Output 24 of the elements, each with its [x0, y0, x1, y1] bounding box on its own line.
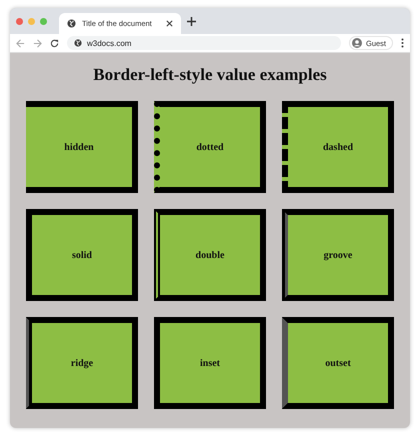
- example-box: dashed: [282, 101, 394, 193]
- example-box: hidden: [26, 101, 138, 193]
- forward-icon[interactable]: [33, 38, 42, 48]
- new-tab-icon[interactable]: [187, 16, 196, 26]
- example-box: inset: [154, 317, 266, 409]
- close-window-button[interactable]: [16, 18, 23, 24]
- address-bar[interactable]: w3docs.com: [67, 36, 341, 50]
- example-box: outset: [282, 317, 394, 409]
- globe-icon: [74, 39, 82, 47]
- maximize-window-button[interactable]: [40, 18, 47, 24]
- person-icon: [352, 38, 362, 48]
- example-box: solid: [26, 209, 138, 301]
- globe-icon: [67, 19, 76, 28]
- minimize-window-button[interactable]: [28, 18, 35, 24]
- url-text: w3docs.com: [87, 38, 132, 48]
- close-icon[interactable]: [166, 20, 173, 27]
- example-box: dotted: [154, 101, 266, 193]
- example-box: groove: [282, 209, 394, 301]
- menu-icon[interactable]: [401, 38, 404, 48]
- example-box: ridge: [26, 317, 138, 409]
- example-box: double: [154, 209, 266, 301]
- reload-icon[interactable]: [50, 38, 59, 48]
- back-icon[interactable]: [16, 38, 25, 48]
- page-heading: Border-left-style value examples: [93, 65, 327, 85]
